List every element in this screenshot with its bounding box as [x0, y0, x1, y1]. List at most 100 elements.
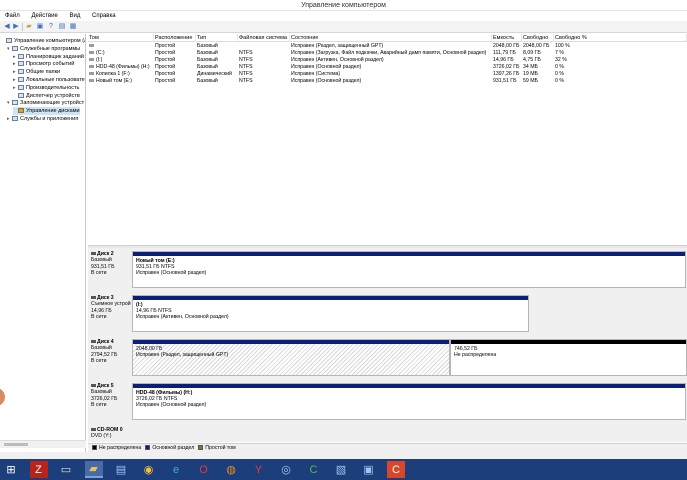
terminal-icon[interactable]: ▭ — [57, 461, 75, 478]
tree-item[interactable]: ▸ Локальные пользовате — [13, 76, 85, 84]
settings-icon[interactable]: ▦ — [69, 23, 77, 31]
windows-icon[interactable]: ⊞ — [2, 461, 20, 478]
disk-label[interactable]: CD-ROM 0 DVD (Y:) — [89, 427, 132, 442]
table-row[interactable]: (C:) Простой Базовый NTFS Исправен (Загрузка… — [88, 50, 687, 57]
partition[interactable]: Новый том (E:) 931,51 ГБ NTFS Исправен (Ос… — [132, 251, 686, 288]
table-cell: Простой — [154, 64, 196, 71]
column-header[interactable]: Состояние — [290, 34, 492, 42]
filezilla-red-icon[interactable]: C — [387, 461, 405, 478]
help-icon[interactable]: ? — [47, 23, 55, 31]
disk-label[interactable]: Диск 2 Базовый 931,51 ГБ В сети — [89, 251, 132, 287]
menu-file[interactable]: Файл — [0, 11, 25, 21]
tree-item[interactable]: ▾ Запоминающие устройст — [7, 99, 84, 107]
tree-item-label: Просмотр событий — [26, 61, 75, 68]
tree-item[interactable]: ▸ Общие папки — [13, 68, 60, 76]
volume-icon — [89, 44, 94, 47]
forward-icon[interactable]: ▶ — [12, 23, 20, 31]
column-header[interactable]: Свободно — [522, 34, 554, 42]
tool-icon[interactable]: ▧ — [332, 461, 350, 478]
table-cell: Исправен (Активен, Основной раздел) — [290, 57, 492, 64]
cell-text: Исправен (Основной раздел) — [291, 64, 362, 70]
column-header[interactable]: Тип — [196, 34, 238, 42]
file-manager-icon[interactable]: ▤ — [112, 461, 130, 478]
partition[interactable]: (I:) 14,96 ГБ NTFS Исправен (Активен, Осно… — [132, 295, 529, 332]
menu-action[interactable]: Действие — [26, 11, 62, 21]
firefox-icon[interactable]: ◍ — [222, 461, 240, 478]
tree-item[interactable]: ▸ Просмотр событий — [13, 60, 74, 68]
up-folder-icon[interactable]: ▰ — [25, 23, 33, 31]
filezilla-icon[interactable]: Z — [29, 461, 48, 478]
partition[interactable]: 2048,00 ГБ Исправен (Раздел, защищенный G… — [132, 339, 450, 376]
legend: Не распределена Основной раздел Простой то… — [88, 443, 687, 452]
disk-kind: Съемное устрой — [91, 301, 131, 308]
chrome-icon[interactable]: ◉ — [140, 461, 158, 478]
table-cell: Исправен (Основной раздел) — [290, 78, 492, 85]
cell-text: NTFS — [239, 71, 253, 77]
disk-label[interactable]: Диск 3 Съемное устрой 14,96 ГБ В сети — [89, 295, 132, 331]
cell-text: Исправен (Система) — [291, 71, 341, 77]
column-header[interactable]: Том — [88, 34, 154, 42]
table-cell — [88, 43, 154, 50]
opera-icon[interactable]: O — [195, 461, 213, 478]
partition-bar — [133, 296, 528, 300]
menu-view[interactable]: Вид — [65, 11, 86, 21]
table-cell: 34 МБ — [522, 64, 554, 71]
back-icon[interactable]: ◀ — [3, 23, 11, 31]
node-icon — [18, 53, 24, 59]
tree-item[interactable]: ▸ Производительность — [13, 84, 79, 92]
disk-row: Диск 4 Базовый 2794,52 ГБ В сети 2048,00 ГБ И… — [88, 336, 687, 376]
table-cell: 14,96 ГБ — [492, 57, 522, 64]
cell-text: HDD-48 (Фильмы) (H:) — [96, 64, 150, 70]
tree-item-label: Управление дисками — [26, 108, 80, 115]
tree-item[interactable]: ▸ Службы и приложения — [7, 115, 78, 123]
column-header[interactable]: Расположение — [154, 34, 196, 42]
cell-text: Новый том (E:) — [96, 78, 133, 84]
partition[interactable]: 746,52 ГБ Не распределена — [450, 339, 687, 376]
cell-text: NTFS — [239, 50, 253, 56]
table-cell: 100 % — [554, 43, 687, 50]
network-icon[interactable]: ◎ — [277, 461, 295, 478]
tree-item-label: Локальные пользовате — [26, 77, 85, 83]
node-icon — [18, 77, 24, 82]
tree-item[interactable]: Управление дисками — [13, 107, 80, 116]
app-icon[interactable]: ▣ — [360, 461, 378, 478]
disk-state: В сети — [91, 401, 107, 408]
table-cell: 3726,02 ГБ — [492, 64, 522, 71]
table-row[interactable]: HDD-48 (Фильмы) (H:) Простой Базовый NTFS Ис… — [88, 64, 687, 71]
explorer-icon[interactable]: ▰ — [84, 461, 103, 478]
cell-text: Исправен (Загрузка, Файл подкачки, Авари… — [291, 50, 487, 56]
table-row[interactable]: Простой Базовый Исправен (Раздел, защищенн… — [88, 43, 687, 50]
column-header[interactable]: Емкость — [492, 34, 522, 42]
menu-bar: Файл Действие Вид Справка — [0, 11, 687, 21]
cell-text: Базовый — [197, 43, 218, 49]
partition[interactable]: HDD-48 (Фильмы) (H:) 3726,02 ГБ NTFS Испра… — [132, 383, 686, 420]
tree-item[interactable]: Диспетчер устройств — [13, 92, 80, 100]
view-icon[interactable]: ▤ — [58, 23, 66, 31]
table-cell: (C:) — [88, 50, 154, 57]
partition-status: Исправен (Основной раздел) — [136, 402, 207, 408]
table-row[interactable]: Копилка 1 (F:) Простой Динамический NTFS Исп… — [88, 71, 687, 78]
camtasia-icon[interactable]: C — [305, 461, 323, 478]
menu-help[interactable]: Справка — [87, 11, 121, 21]
yandex-icon[interactable]: Y — [250, 461, 268, 478]
cell-text: 0 % — [555, 78, 564, 84]
table-row[interactable]: (I:) Простой Базовый NTFS Исправен (Активен,… — [88, 57, 687, 64]
tree-item[interactable]: Управление компьютером (л — [1, 37, 85, 45]
volume-icon — [89, 79, 94, 82]
tree-item[interactable]: ▾ Служебные программы — [7, 45, 80, 53]
column-header[interactable]: Файловая система — [238, 34, 290, 42]
table-cell: Копилка 1 (F:) — [88, 71, 154, 78]
cell-text: Базовый — [197, 64, 218, 70]
tree-scrollbar[interactable] — [0, 440, 86, 448]
tree-item[interactable]: ▸ Планировщик заданий — [13, 53, 84, 61]
table-cell: HDD-48 (Фильмы) (H:) — [88, 64, 154, 71]
disk-label[interactable]: Диск 4 Базовый 2794,52 ГБ В сети — [89, 339, 132, 375]
table-row[interactable]: Новый том (E:) Простой Базовый NTFS Исправен… — [88, 78, 687, 85]
column-header[interactable]: Свободно % — [554, 34, 687, 42]
disk-row: Диск 3 Съемное устрой 14,96 ГБ В сети (I:) 14… — [88, 292, 687, 332]
ie-icon[interactable]: e — [167, 461, 185, 478]
cell-text: Простой — [155, 57, 176, 63]
disk-label[interactable]: Диск 5 Базовый 3726,02 ГБ В сети — [89, 383, 132, 419]
properties-icon[interactable]: ▣ — [36, 23, 44, 31]
scroll-thumb[interactable] — [4, 443, 28, 446]
